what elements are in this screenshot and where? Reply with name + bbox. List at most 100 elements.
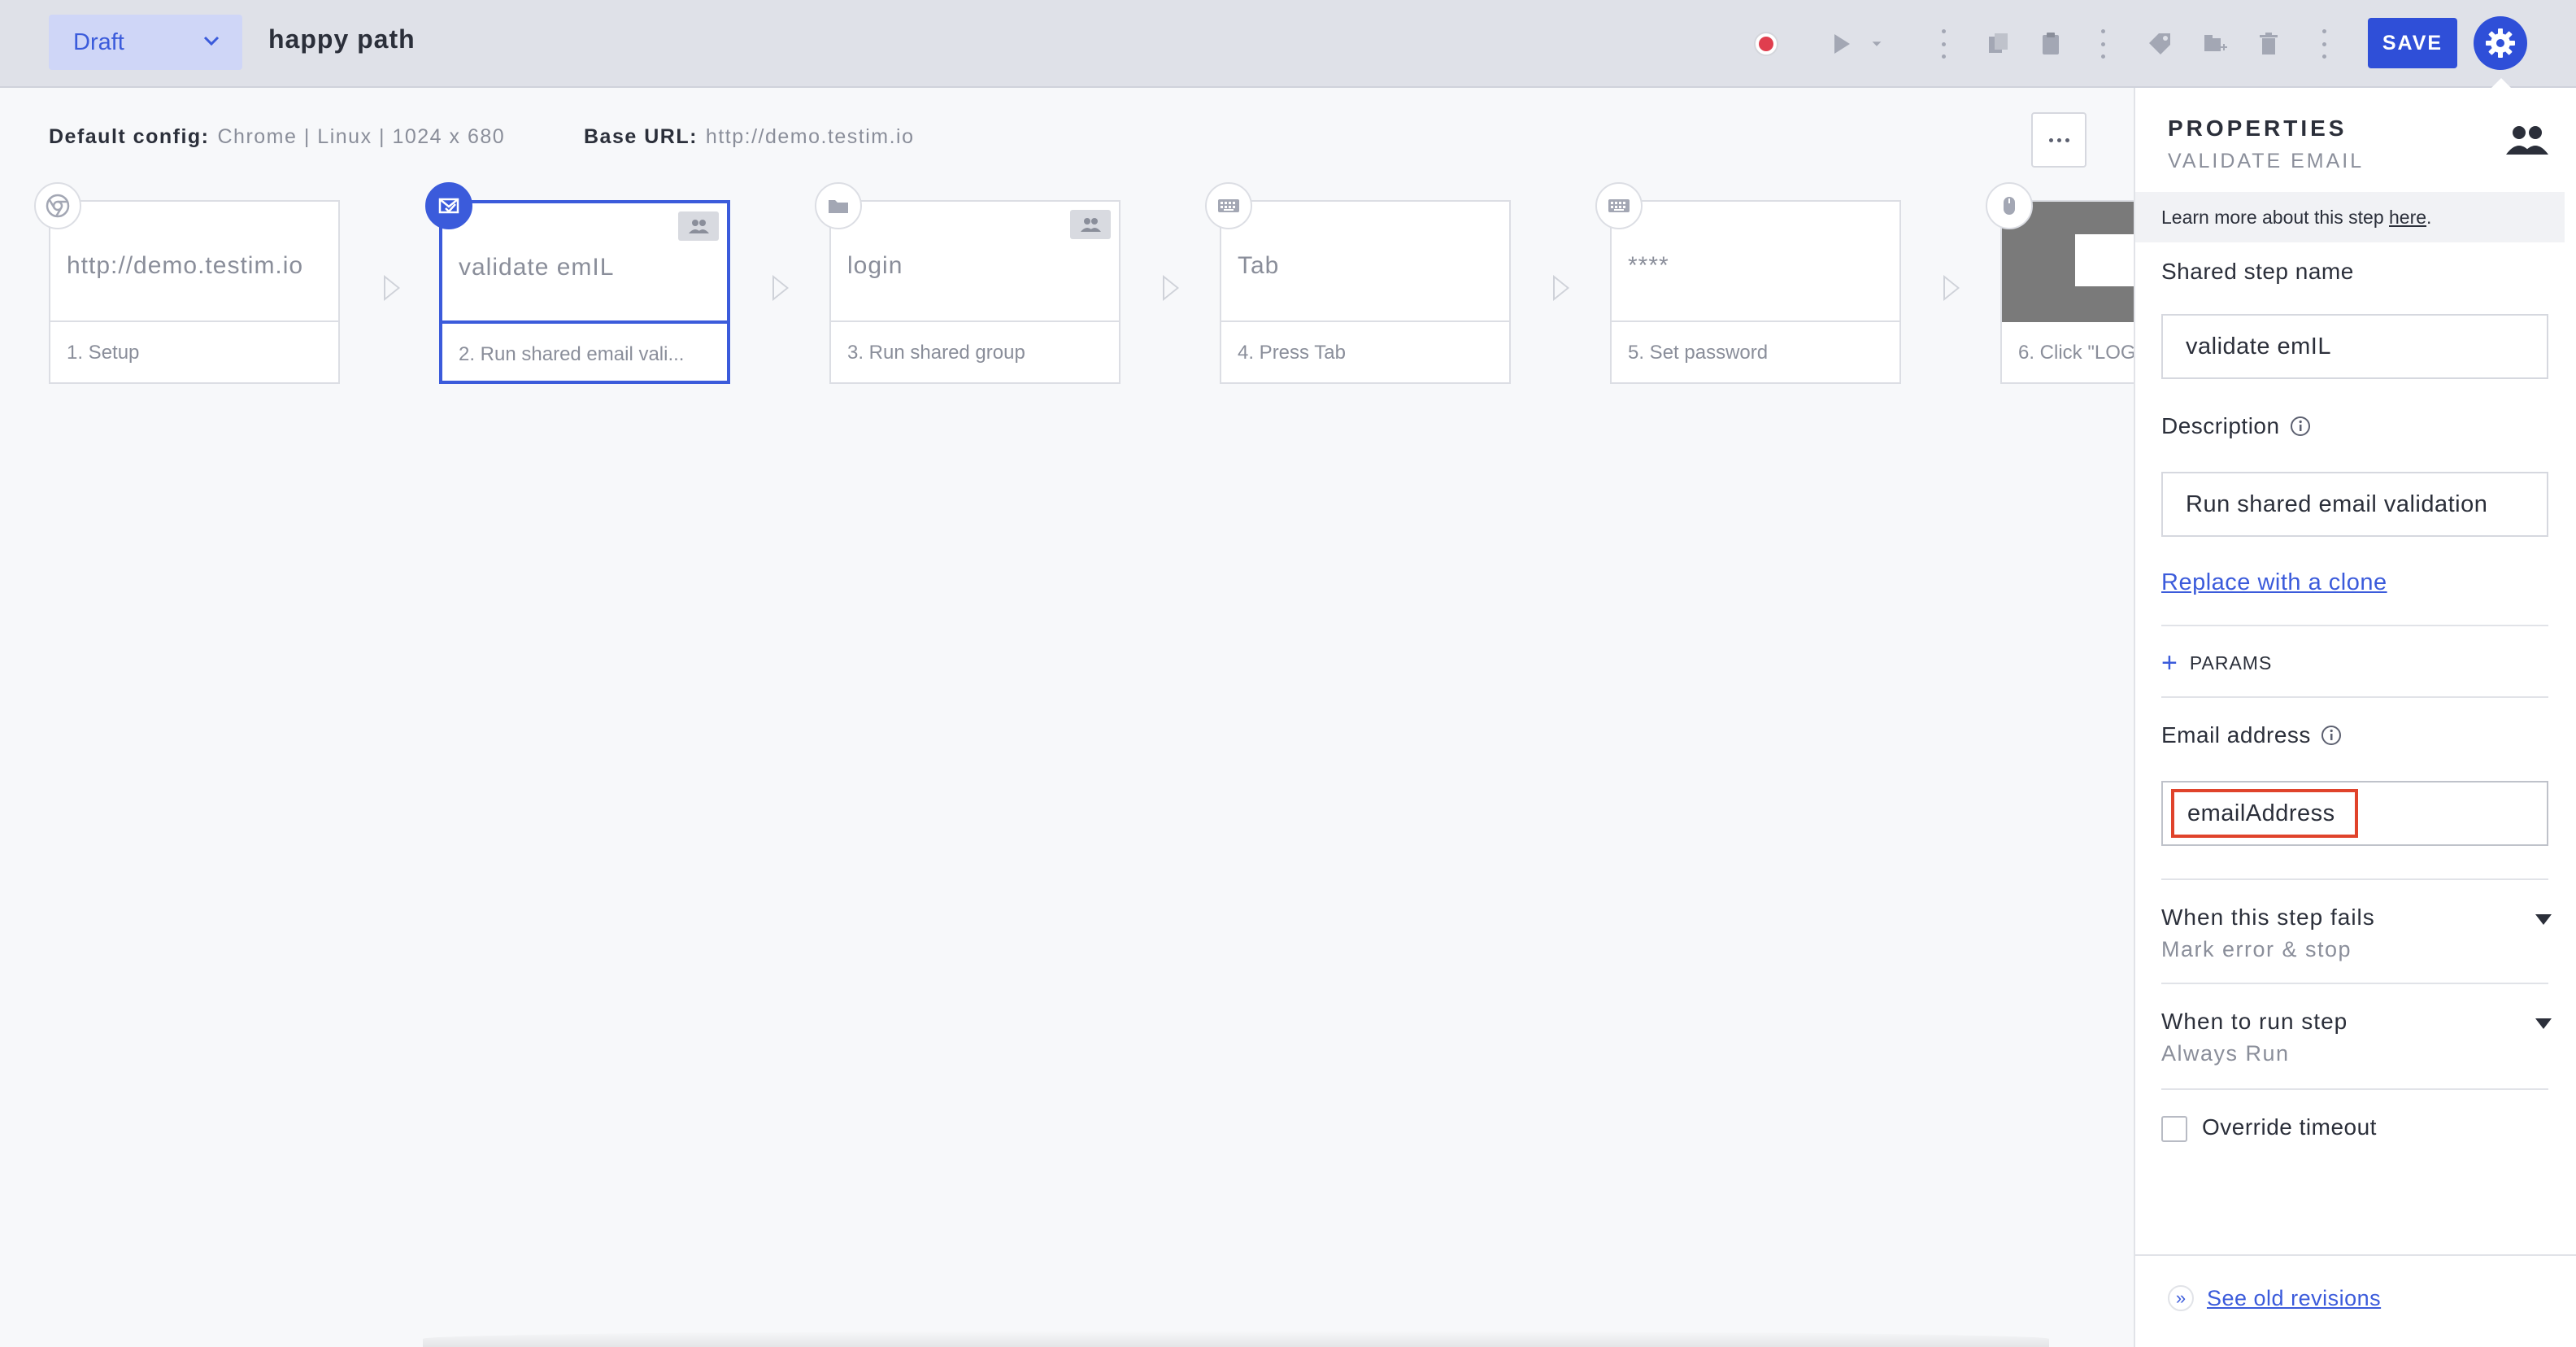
divider	[2161, 983, 2548, 984]
keyboard-icon	[1205, 182, 1252, 229]
step-title: Tab	[1221, 202, 1509, 322]
gear-icon	[2486, 28, 2515, 58]
description-label: Description	[2161, 413, 2311, 439]
test-name[interactable]: happy path	[268, 24, 416, 54]
learn-more-link[interactable]: here	[2389, 207, 2426, 228]
steps-canvas: http://demo.testim.io 1. Setup validate …	[0, 179, 2134, 390]
panel-title: PROPERTIES	[2168, 116, 2348, 141]
override-timeout-checkbox[interactable]	[2161, 1116, 2187, 1142]
divider	[2135, 1254, 2576, 1256]
step-card-setup[interactable]: http://demo.testim.io 1. Setup	[49, 200, 340, 384]
play-button[interactable]	[1825, 28, 1857, 60]
record-button[interactable]	[1750, 28, 1782, 60]
caret-down-icon	[2535, 1018, 2552, 1029]
email-validate-icon	[425, 182, 472, 229]
shared-step-icon	[1070, 210, 1111, 239]
trash-icon	[2260, 33, 2278, 54]
see-old-revisions-link[interactable]: See old revisions	[2207, 1286, 2381, 1311]
step-arrow	[384, 275, 400, 301]
step-card-click-login[interactable]: 6. Click "LOG	[2000, 200, 2134, 384]
step-caption: 4. Press Tab	[1238, 342, 1346, 364]
step-caption: 3. Run shared group	[847, 342, 1025, 364]
divider	[2161, 625, 2548, 626]
add-to-group-icon	[2204, 35, 2227, 51]
params-add-button[interactable]: + PARAMS	[2161, 649, 2272, 677]
info-icon[interactable]	[2290, 416, 2311, 437]
panel-subtitle: VALIDATE EMAIL	[2168, 150, 2365, 172]
shared-users-icon	[2506, 126, 2548, 155]
email-address-label-text: Email address	[2161, 722, 2311, 748]
base-url[interactable]: Base URL: http://demo.testim.io	[584, 125, 915, 149]
status-dropdown[interactable]: Draft	[49, 15, 242, 70]
info-icon[interactable]	[2321, 725, 2342, 746]
clipboard-icon	[2043, 33, 2059, 54]
step-arrow	[1553, 275, 1569, 301]
base-url-value: http://demo.testim.io	[705, 125, 915, 148]
double-chevron-icon: »	[2168, 1285, 2194, 1311]
shared-step-name-label-text: Shared step name	[2161, 259, 2354, 284]
mouse-icon	[1986, 182, 2033, 229]
email-address-label: Email address	[2161, 722, 2342, 748]
replace-with-clone-link[interactable]: Replace with a clone	[2161, 569, 2387, 596]
delete-button[interactable]	[2252, 28, 2285, 60]
divider	[2161, 1088, 2548, 1090]
when-to-run-value: Always Run	[2161, 1041, 2290, 1066]
step-caption: 1. Setup	[67, 342, 140, 364]
top-toolbar: Draft happy path SAVE	[0, 0, 2576, 88]
keyboard-icon	[1595, 182, 1643, 229]
canvas-shadow	[423, 1331, 2049, 1347]
kebab-icon[interactable]	[1940, 29, 1947, 59]
description-input[interactable]	[2161, 472, 2548, 537]
copy-button[interactable]	[1982, 28, 2015, 60]
step-arrow	[1163, 275, 1179, 301]
step-arrow	[1943, 275, 1960, 301]
divider	[2161, 696, 2548, 698]
step-caption: 5. Set password	[1628, 342, 1769, 364]
copy-icon	[1989, 33, 2008, 53]
default-config-value: Chrome | Linux | 1024 x 680	[217, 125, 506, 148]
save-button[interactable]: SAVE	[2368, 18, 2457, 68]
tag-icon	[2149, 33, 2170, 54]
learn-more-text: Learn more about this step	[2161, 207, 2389, 228]
learn-more-period: .	[2426, 207, 2432, 228]
step-title: http://demo.testim.io	[50, 202, 338, 322]
chevron-down-icon	[203, 36, 220, 46]
step-caption: 6. Click "LOG	[2018, 342, 2134, 364]
settings-button[interactable]	[2474, 16, 2527, 70]
shared-step-name-input[interactable]	[2161, 314, 2548, 379]
step-title: ****	[1612, 202, 1899, 322]
step-card-login[interactable]: login 3. Run shared group	[829, 200, 1120, 384]
kebab-icon[interactable]	[2100, 29, 2106, 59]
step-arrow	[772, 275, 789, 301]
play-options-button[interactable]	[1867, 28, 1886, 60]
default-config[interactable]: Default config: Chrome | Linux | 1024 x …	[49, 125, 505, 149]
when-step-fails-value: Mark error & stop	[2161, 937, 2352, 961]
paste-button[interactable]	[2034, 28, 2067, 60]
base-url-label: Base URL:	[584, 125, 698, 148]
kebab-icon[interactable]	[2321, 29, 2327, 59]
divider	[2161, 878, 2548, 880]
params-label: PARAMS	[2189, 652, 2273, 674]
tag-button[interactable]	[2143, 28, 2176, 60]
learn-more-banner: Learn more about this step here.	[2135, 192, 2565, 242]
override-timeout-label[interactable]: Override timeout	[2202, 1114, 2377, 1140]
caret-down-icon	[2535, 914, 2552, 925]
play-icon	[1834, 34, 1850, 54]
chrome-icon	[34, 182, 81, 229]
plus-icon: +	[2161, 647, 2178, 678]
more-options-button[interactable]	[2031, 112, 2086, 168]
caret-down-icon	[1872, 41, 1882, 46]
step-caption: 2. Run shared email vali...	[459, 343, 685, 365]
step-card-validate-email[interactable]: validate emIL 2. Run shared email vali..…	[439, 200, 730, 384]
when-step-fails-label: When this step fails	[2161, 905, 2375, 930]
add-group-button[interactable]	[2199, 28, 2231, 60]
status-label: Draft	[73, 28, 124, 55]
email-address-field[interactable]: emailAddress	[2161, 781, 2548, 846]
step-card-press-tab[interactable]: Tab 4. Press Tab	[1220, 200, 1511, 384]
folder-icon	[815, 182, 862, 229]
email-address-value[interactable]: emailAddress	[2171, 789, 2358, 838]
description-label-text: Description	[2161, 413, 2280, 438]
default-config-label: Default config:	[49, 125, 210, 148]
step-card-set-password[interactable]: **** 5. Set password	[1610, 200, 1901, 384]
old-revisions[interactable]: » See old revisions	[2168, 1285, 2381, 1311]
